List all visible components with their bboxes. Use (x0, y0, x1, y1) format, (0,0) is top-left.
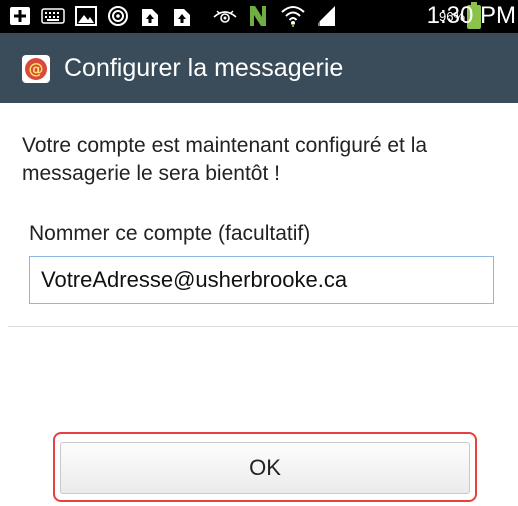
ok-button[interactable]: OK (60, 442, 470, 494)
account-name-input[interactable] (29, 256, 494, 304)
setup-complete-message: Votre compte est maintenant configuré et… (22, 134, 428, 185)
signal-icon (312, 5, 338, 27)
keyboard-icon (40, 5, 66, 27)
upload-icon (138, 5, 162, 27)
clock: 1:30 PM (426, 2, 516, 29)
wifi-icon (280, 5, 306, 27)
eye-icon (212, 5, 238, 27)
page-title: Configurer la messagerie (64, 54, 344, 82)
add-box-icon (8, 5, 32, 27)
nfc-n-icon (246, 5, 270, 27)
status-bar: 96% 1:30 PM (0, 0, 518, 33)
account-name-label: Nommer ce compte (facultatif) (29, 222, 311, 245)
action-bar: @ Configurer la messagerie (0, 33, 518, 103)
nfc-target-icon (106, 5, 130, 27)
divider (8, 326, 518, 327)
image-icon (74, 5, 98, 27)
upload-icon (170, 5, 194, 27)
email-app-icon: @ (22, 55, 50, 83)
